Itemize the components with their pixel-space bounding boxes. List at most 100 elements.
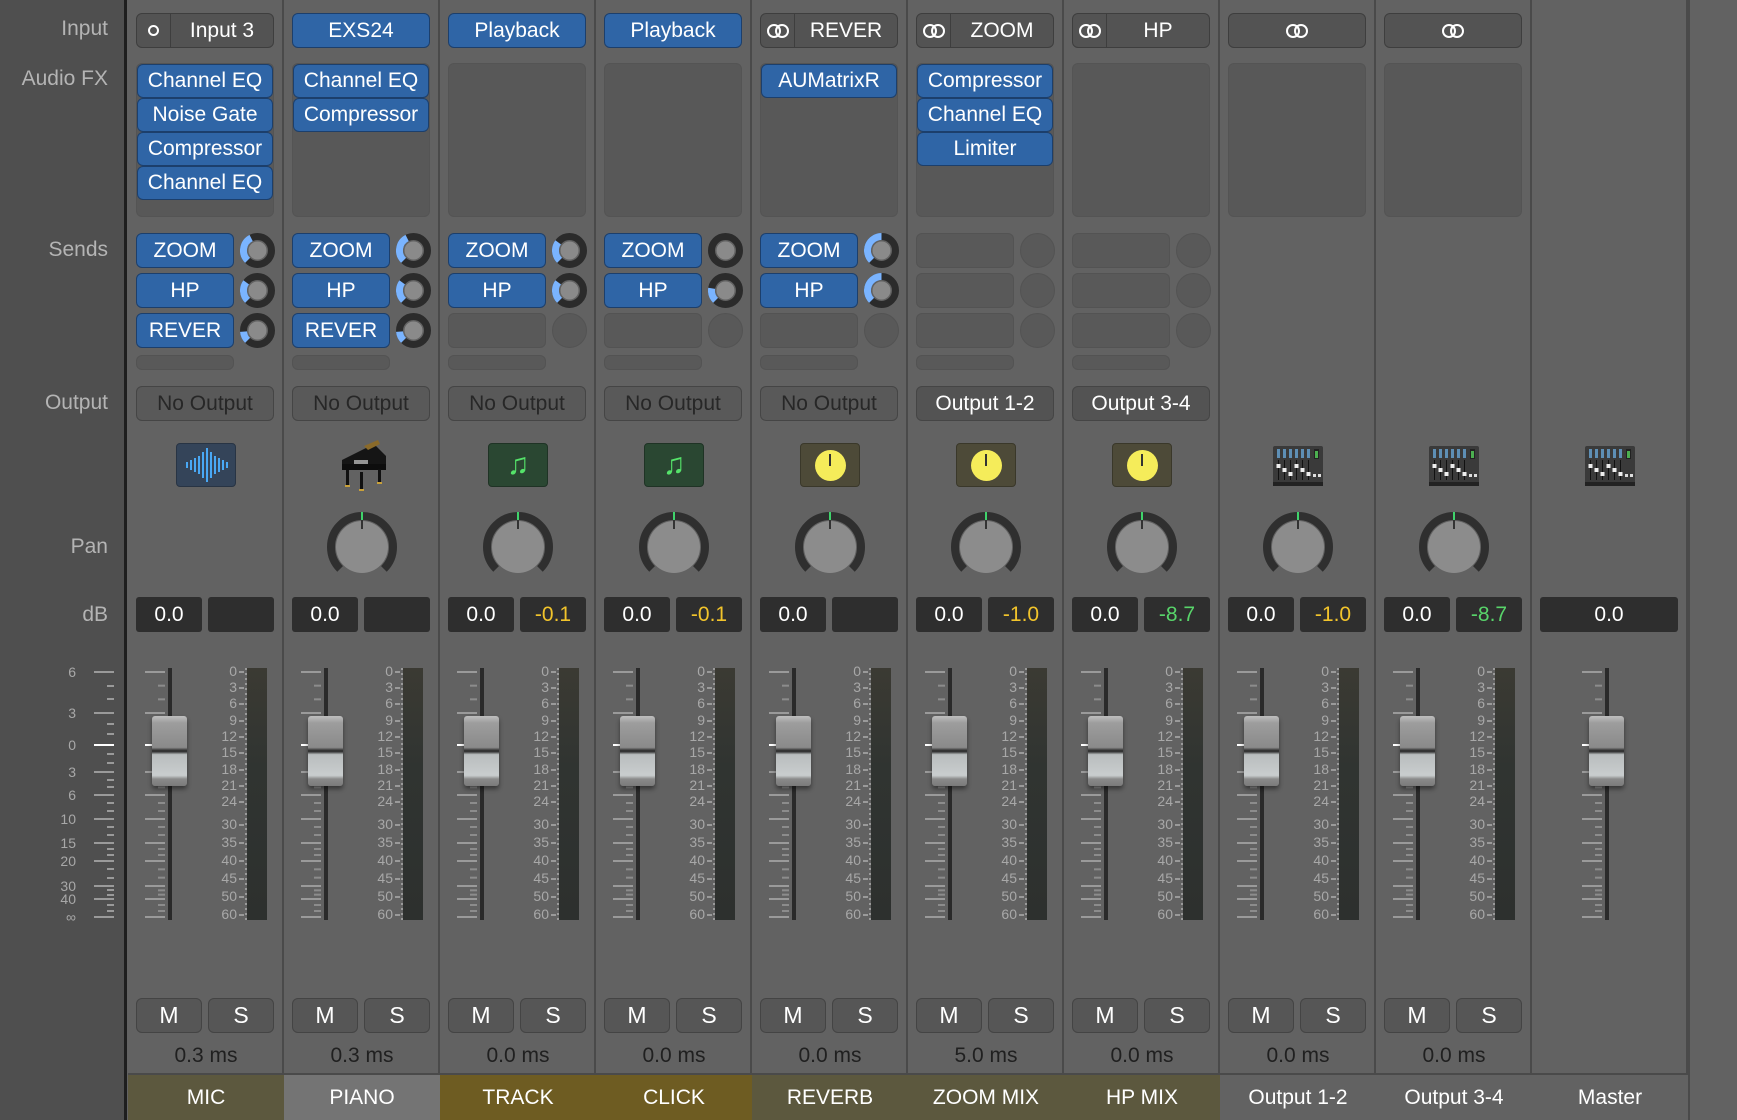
send-slot[interactable] [1072,273,1211,308]
input-slot[interactable]: Playback [448,13,586,48]
music-note-icon[interactable]: ♫ [644,443,704,487]
stereo-link-icon[interactable] [917,14,951,47]
aux-knob-icon[interactable] [956,443,1016,487]
volume-fader[interactable]: 0 3 6 9 12 15 18 21 24 30 35 40 45 50 60 [596,663,752,958]
solo-button[interactable]: S [832,998,898,1033]
volume-readout[interactable]: 0.0 [1540,597,1678,632]
send-slot[interactable]: ZOOM [604,233,743,268]
peak-readout[interactable]: -1.0 [1300,597,1366,632]
send-destination-button[interactable]: HP [292,273,390,308]
channel-name[interactable]: ZOOM MIX [908,1073,1064,1120]
fader-handle[interactable] [1400,716,1435,786]
fader-handle[interactable] [932,716,967,786]
send-level-knob[interactable] [1020,313,1055,348]
send-slot[interactable] [1072,233,1211,268]
audio-fx-slots[interactable] [1384,63,1522,217]
peak-readout[interactable]: -0.1 [520,597,586,632]
send-slot[interactable] [448,313,587,348]
send-destination-button[interactable] [1072,273,1170,308]
channel-name[interactable]: MIC [128,1073,284,1120]
audio-waveform-icon[interactable] [176,443,236,487]
send-slot[interactable]: HP [292,273,431,308]
input-slot[interactable] [1384,13,1522,48]
plugin-slot[interactable]: Channel EQ [137,166,273,200]
pan-knob[interactable] [951,512,1021,582]
peak-readout[interactable] [208,597,274,632]
mixer-console-icon[interactable] [1268,443,1328,487]
volume-readout[interactable]: 0.0 [760,597,826,632]
mute-button[interactable]: M [1072,998,1138,1033]
send-destination-button[interactable] [760,313,858,348]
channel-name[interactable]: CLICK [596,1073,752,1120]
mute-button[interactable]: M [1228,998,1294,1033]
fader-handle[interactable] [620,716,655,786]
send-empty-slot[interactable] [448,355,546,370]
send-slot[interactable] [604,313,743,348]
volume-fader[interactable] [1532,668,1688,958]
input-slot[interactable]: Playback [604,13,742,48]
output-selector[interactable]: No Output [760,386,898,421]
mute-button[interactable]: M [1384,998,1450,1033]
mute-button[interactable]: M [136,998,202,1033]
send-destination-button[interactable]: ZOOM [448,233,546,268]
audio-fx-slots[interactable]: Compressor Channel EQ Limiter [916,63,1054,217]
volume-fader[interactable]: 0 3 6 9 12 15 18 21 24 30 35 40 45 50 60 [1220,663,1376,958]
send-level-knob[interactable] [864,233,899,268]
plugin-slot[interactable]: Channel EQ [293,64,429,98]
fader-handle[interactable] [1088,716,1123,786]
volume-fader[interactable]: 0 3 6 9 12 15 18 21 24 30 35 40 45 50 60 [440,663,596,958]
stereo-link-icon[interactable] [1229,14,1365,47]
mute-button[interactable]: M [916,998,982,1033]
send-empty-slot[interactable] [604,355,702,370]
output-selector[interactable]: No Output [448,386,586,421]
mono-circle-icon[interactable] [137,14,171,47]
audio-fx-slots[interactable] [1072,63,1210,217]
mixer-console-icon[interactable] [1424,443,1484,487]
send-destination-button[interactable]: HP [136,273,234,308]
output-selector[interactable]: No Output [292,386,430,421]
stereo-link-icon[interactable] [761,14,795,47]
solo-button[interactable]: S [208,998,274,1033]
send-level-knob[interactable] [864,273,899,308]
send-level-knob[interactable] [396,273,431,308]
mute-button[interactable]: M [604,998,670,1033]
fader-handle[interactable] [776,716,811,786]
send-empty-slot[interactable] [916,355,1014,370]
solo-button[interactable]: S [988,998,1054,1033]
peak-readout[interactable]: -8.7 [1456,597,1522,632]
peak-readout[interactable] [364,597,430,632]
audio-fx-slots[interactable] [448,63,586,217]
send-slot[interactable]: HP [604,273,743,308]
plugin-slot[interactable]: Compressor [917,64,1053,98]
peak-readout[interactable]: -1.0 [988,597,1054,632]
audio-fx-slots[interactable]: AUMatrixR [760,63,898,217]
plugin-slot[interactable]: Compressor [137,132,273,166]
send-level-knob[interactable] [1020,273,1055,308]
send-empty-slot[interactable] [292,355,390,370]
send-level-knob[interactable] [864,313,899,348]
send-slot[interactable] [916,313,1055,348]
send-slot[interactable]: REVER [136,313,275,348]
channel-name[interactable]: Output 1-2 [1220,1073,1376,1120]
volume-readout[interactable]: 0.0 [448,597,514,632]
send-level-knob[interactable] [708,233,743,268]
send-level-knob[interactable] [240,233,275,268]
input-slot[interactable]: REVER [760,13,898,48]
send-destination-button[interactable] [916,313,1014,348]
send-destination-button[interactable]: ZOOM [760,233,858,268]
send-destination-button[interactable]: HP [448,273,546,308]
send-level-knob[interactable] [552,273,587,308]
audio-fx-slots[interactable] [604,63,742,217]
volume-readout[interactable]: 0.0 [292,597,358,632]
send-destination-button[interactable]: HP [604,273,702,308]
audio-fx-slots[interactable] [1228,63,1366,217]
send-level-knob[interactable] [1020,233,1055,268]
pan-knob[interactable] [639,512,709,582]
send-destination-button[interactable] [1072,233,1170,268]
send-destination-button[interactable] [916,273,1014,308]
fader-handle[interactable] [1244,716,1279,786]
send-destination-button[interactable] [1072,313,1170,348]
send-destination-button[interactable]: REVER [292,313,390,348]
music-note-icon[interactable]: ♫ [488,443,548,487]
solo-button[interactable]: S [1456,998,1522,1033]
